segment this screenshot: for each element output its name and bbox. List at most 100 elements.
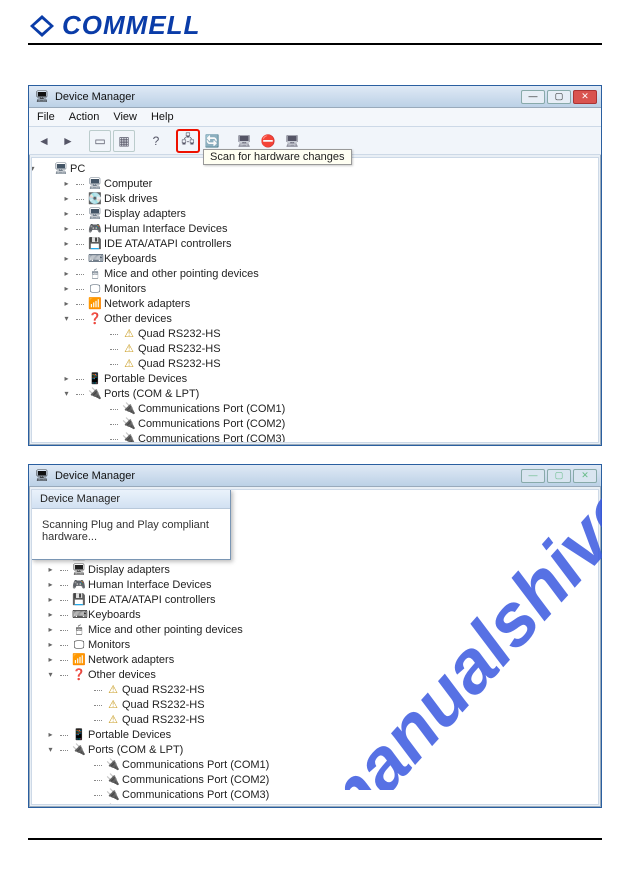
computer-icon: 🖥: [88, 177, 102, 192]
node-ide[interactable]: IDE ATA/ATAPI controllers: [104, 237, 232, 252]
window-title: Device Manager: [55, 91, 135, 103]
close-button[interactable]: ✕: [573, 90, 597, 104]
node-quad3[interactable]: Quad RS232-HS: [122, 713, 205, 728]
properties-button[interactable]: ▦: [113, 130, 135, 152]
brand-icon: [28, 13, 56, 39]
node-com4[interactable]: Communications Port (COM4): [122, 803, 269, 805]
menu-help[interactable]: Help: [151, 111, 174, 123]
node-monitors[interactable]: Monitors: [104, 282, 146, 297]
maximize-button[interactable]: ▢: [547, 469, 571, 483]
menubar: File Action View Help: [29, 108, 601, 127]
node-other[interactable]: Other devices: [88, 668, 156, 683]
device-manager-window-1: 🖥 Device Manager — ▢ ✕ File Action View …: [28, 85, 602, 446]
tree-view[interactable]: ▾🖥PC ▸🖥Computer ▸💽Disk drives ▸🖥Display …: [31, 157, 599, 443]
node-com1[interactable]: Communications Port (COM1): [122, 758, 269, 773]
node-com3[interactable]: Communications Port (COM3): [138, 432, 285, 443]
node-network[interactable]: Network adapters: [88, 653, 174, 668]
node-quad3[interactable]: Quad RS232-HS: [138, 357, 221, 372]
tree-view[interactable]: ▸💽Disk drives ▸🖥Display adapters ▸🎮Human…: [31, 489, 599, 805]
warning-icon: ⚠: [106, 683, 120, 698]
port-icon: 🔌: [122, 402, 136, 417]
node-ports[interactable]: Ports (COM & LPT): [88, 743, 183, 758]
node-pc[interactable]: PC: [70, 162, 85, 177]
node-display[interactable]: Display adapters: [88, 563, 170, 578]
node-quad2[interactable]: Quad RS232-HS: [138, 342, 221, 357]
titlebar[interactable]: 🖥 Device Manager — ▢ ✕: [29, 465, 601, 487]
maximize-button[interactable]: ▢: [547, 90, 571, 104]
port-icon: 🔌: [106, 773, 120, 788]
node-monitors[interactable]: Monitors: [88, 638, 130, 653]
app-icon: 🖥: [35, 469, 49, 482]
header-rule: [28, 43, 602, 45]
dialog-body: Scanning Plug and Play compliant hardwar…: [32, 509, 230, 559]
device-tree: ▾🖥PC ▸🖥Computer ▸💽Disk drives ▸🖥Display …: [38, 162, 592, 443]
device-tree: ▸💽Disk drives ▸🖥Display adapters ▸🎮Human…: [38, 548, 592, 805]
show-hidden-button[interactable]: ▭: [89, 130, 111, 152]
toolbar: ◄ ► ▭ ▦ ? 🖧 🔄 🖥 ⛔ 🖥 Scan for hardware ch…: [29, 127, 601, 155]
keyboard-icon: ⌨: [88, 252, 102, 267]
keyboard-icon: ⌨: [72, 608, 86, 623]
scan-dialog: Device Manager Scanning Plug and Play co…: [31, 489, 231, 560]
node-keyboards[interactable]: Keyboards: [88, 608, 141, 623]
node-mice[interactable]: Mice and other pointing devices: [104, 267, 259, 282]
titlebar[interactable]: 🖥 Device Manager — ▢ ✕: [29, 86, 601, 108]
monitor-icon: 🖵: [72, 638, 86, 653]
node-com2[interactable]: Communications Port (COM2): [138, 417, 285, 432]
node-portable[interactable]: Portable Devices: [88, 728, 171, 743]
close-button[interactable]: ✕: [573, 469, 597, 483]
warning-icon: ⚠: [106, 698, 120, 713]
display-icon: 🖥: [72, 563, 86, 578]
node-com2[interactable]: Communications Port (COM2): [122, 773, 269, 788]
menu-action[interactable]: Action: [69, 111, 100, 123]
back-button[interactable]: ◄: [33, 130, 55, 152]
node-disk[interactable]: Disk drives: [104, 192, 158, 207]
node-ide[interactable]: IDE ATA/ATAPI controllers: [88, 593, 216, 608]
window-title: Device Manager: [55, 470, 135, 482]
ide-icon: 💾: [88, 237, 102, 252]
warning-icon: ⚠: [122, 357, 136, 372]
node-com1[interactable]: Communications Port (COM1): [138, 402, 285, 417]
node-quad1[interactable]: Quad RS232-HS: [122, 683, 205, 698]
menu-view[interactable]: View: [113, 111, 137, 123]
minimize-button[interactable]: —: [521, 469, 545, 483]
network-icon: 📶: [88, 297, 102, 312]
ports-icon: 🔌: [88, 387, 102, 402]
node-mice[interactable]: Mice and other pointing devices: [88, 623, 243, 638]
node-computer[interactable]: Computer: [104, 177, 152, 192]
scan-hardware-button[interactable]: 🖧: [177, 130, 199, 152]
port-icon: 🔌: [122, 432, 136, 443]
other-icon: ❓: [72, 668, 86, 683]
pc-icon: 🖥: [54, 162, 68, 177]
minimize-button[interactable]: —: [521, 90, 545, 104]
node-quad2[interactable]: Quad RS232-HS: [122, 698, 205, 713]
node-ports[interactable]: Ports (COM & LPT): [104, 387, 199, 402]
node-portable[interactable]: Portable Devices: [104, 372, 187, 387]
node-hid[interactable]: Human Interface Devices: [104, 222, 228, 237]
dialog-title: Device Manager: [32, 490, 230, 509]
node-other[interactable]: Other devices: [104, 312, 172, 327]
portable-icon: 📱: [72, 728, 86, 743]
mouse-icon: 🖱: [88, 267, 102, 282]
help-button[interactable]: ?: [145, 130, 167, 152]
menu-file[interactable]: File: [37, 111, 55, 123]
forward-button[interactable]: ►: [57, 130, 79, 152]
device-manager-window-2: 🖥 Device Manager — ▢ ✕ ▸💽Disk drives ▸🖥D…: [28, 464, 602, 808]
node-hid[interactable]: Human Interface Devices: [88, 578, 212, 593]
node-display[interactable]: Display adapters: [104, 207, 186, 222]
mouse-icon: 🖱: [72, 623, 86, 638]
hid-icon: 🎮: [88, 222, 102, 237]
ports-icon: 🔌: [72, 743, 86, 758]
node-network[interactable]: Network adapters: [104, 297, 190, 312]
node-keyboards[interactable]: Keyboards: [104, 252, 157, 267]
port-icon: 🔌: [106, 758, 120, 773]
app-icon: 🖥: [35, 90, 49, 103]
node-quad1[interactable]: Quad RS232-HS: [138, 327, 221, 342]
brand-logo: COMMELL: [28, 10, 602, 41]
port-icon: 🔌: [122, 417, 136, 432]
portable-icon: 📱: [88, 372, 102, 387]
ide-icon: 💾: [72, 593, 86, 608]
monitor-icon: 🖵: [88, 282, 102, 297]
brand-text: COMMELL: [62, 10, 200, 41]
footer-rule: [28, 838, 602, 840]
node-com3[interactable]: Communications Port (COM3): [122, 788, 269, 803]
